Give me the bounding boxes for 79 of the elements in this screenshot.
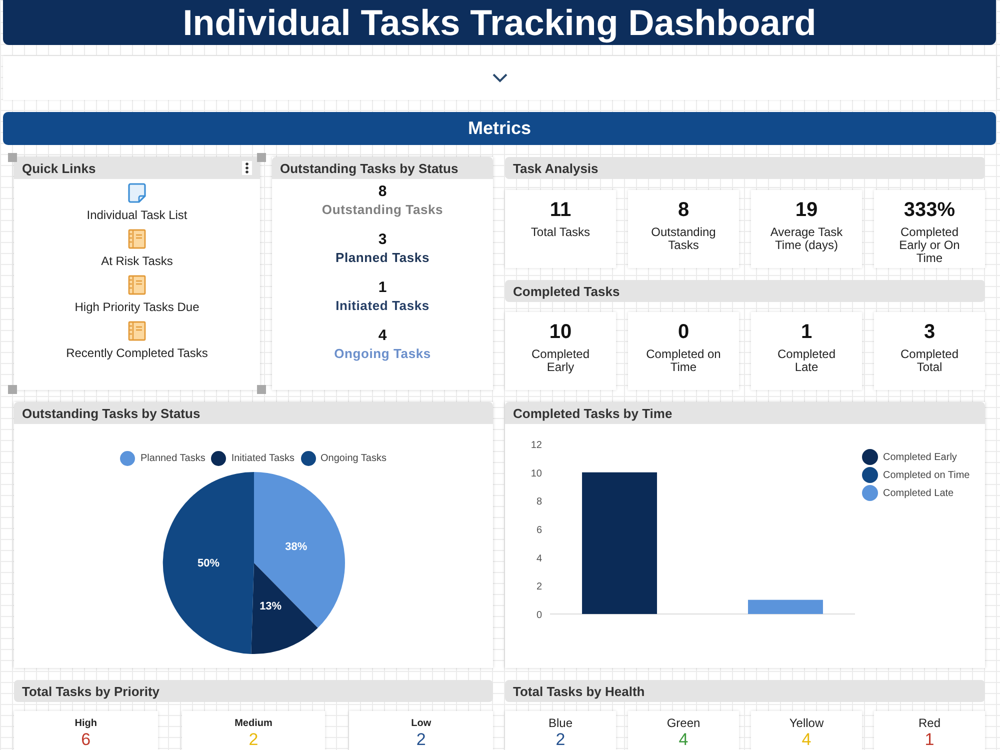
metric-label: Completed Early or On Time — [898, 226, 961, 265]
resize-handle-icon[interactable] — [257, 153, 266, 162]
status-label: Ongoing Tasks — [334, 345, 431, 363]
quick-link[interactable]: High Priority Tasks Due — [74, 275, 200, 314]
notebook-icon — [128, 321, 146, 341]
section-title-bar: Metrics — [3, 112, 996, 145]
metric-value: 10 — [549, 320, 572, 344]
metric-label: Completed Late — [776, 348, 837, 374]
legend-label: Completed Late — [883, 488, 954, 498]
legend-label: Completed Early — [883, 452, 957, 462]
count-label: High — [74, 717, 97, 730]
count-value: 2 — [556, 730, 566, 749]
count-value: 4 — [802, 730, 812, 749]
card-title: Outstanding Tasks by Status — [22, 406, 200, 420]
metric-label: Completed Total — [899, 348, 960, 374]
quick-link[interactable]: At Risk Tasks — [101, 229, 173, 268]
count-value: 2 — [248, 730, 258, 749]
expand-button[interactable] — [3, 56, 996, 100]
resize-handle-icon[interactable] — [257, 385, 266, 394]
dashboard-title-bar: Individual Tasks Tracking Dashboard — [3, 0, 996, 45]
legend-label: Initiated Tasks — [231, 453, 295, 464]
resize-handle-icon[interactable] — [8, 385, 17, 394]
notebook-icon — [128, 275, 146, 295]
count-value: 1 — [924, 730, 934, 749]
legend-label: Ongoing Tasks — [320, 453, 386, 464]
metric-value: 19 — [795, 198, 818, 222]
status-count: 8 — [378, 183, 387, 201]
group-title: Total Tasks by Priority — [22, 684, 160, 698]
count-label: Low — [411, 717, 432, 730]
status-label: Outstanding Tasks — [322, 201, 444, 219]
count-label: Blue — [548, 717, 573, 730]
resize-handle-icon[interactable] — [8, 153, 17, 162]
group-title: Task Analysis — [513, 160, 598, 176]
metric-value: 11 — [550, 198, 572, 222]
count-label: Green — [666, 717, 700, 730]
metric-label: Total Tasks — [530, 226, 590, 239]
slice-label: 50% — [197, 557, 220, 570]
status-count: 4 — [378, 327, 387, 345]
metric-value: 0 — [678, 320, 690, 344]
axis-tick-label: 12 — [530, 440, 542, 451]
status-label: Initiated Tasks — [336, 297, 430, 315]
metric-value: 1 — [800, 320, 812, 344]
metric-value: 3 — [924, 320, 936, 344]
metric-label: Outstanding Tasks — [650, 226, 717, 252]
status-label: Planned Tasks — [336, 249, 430, 267]
status-count: 3 — [378, 231, 387, 249]
axis-tick-label: 2 — [536, 582, 542, 593]
count-label: Yellow — [789, 717, 824, 730]
axis-tick-label: 10 — [530, 468, 542, 480]
legend-label: Completed on Time — [883, 470, 970, 480]
metric-label: Completed Early — [530, 348, 591, 374]
note-icon — [128, 183, 146, 203]
group-title: Completed Tasks — [513, 284, 620, 298]
count-value: 4 — [678, 730, 688, 749]
more-options-icon[interactable] — [242, 161, 252, 175]
quick-link[interactable]: Individual Task List — [86, 183, 188, 222]
status-count: 1 — [378, 279, 387, 297]
notebook-icon — [128, 229, 146, 249]
count-label: Red — [918, 717, 940, 730]
metric-value: 8 — [678, 198, 690, 222]
metric-label: Completed on Time — [645, 348, 722, 374]
axis-tick-label: 0 — [536, 610, 542, 621]
metric-value: 333% — [904, 198, 956, 222]
count-value: 6 — [81, 730, 91, 749]
axis-tick-label: 6 — [536, 525, 542, 536]
card-title: Quick Links — [22, 160, 96, 176]
chevron-down-icon — [492, 73, 508, 83]
slice-label: 13% — [259, 600, 282, 612]
axis-tick-label: 4 — [536, 553, 542, 564]
group-title: Total Tasks by Health — [513, 684, 645, 698]
quick-link[interactable]: Recently Completed Tasks — [66, 321, 208, 360]
axis-tick-label: 8 — [536, 496, 542, 508]
card-title: Outstanding Tasks by Status — [280, 160, 458, 176]
metric-label: Average Task Time (days) — [769, 226, 844, 252]
card-title: Completed Tasks by Time — [513, 406, 672, 420]
legend-label: Planned Tasks — [140, 453, 206, 464]
count-value: 2 — [416, 730, 426, 749]
count-label: Medium — [234, 717, 272, 730]
slice-label: 38% — [284, 540, 307, 553]
